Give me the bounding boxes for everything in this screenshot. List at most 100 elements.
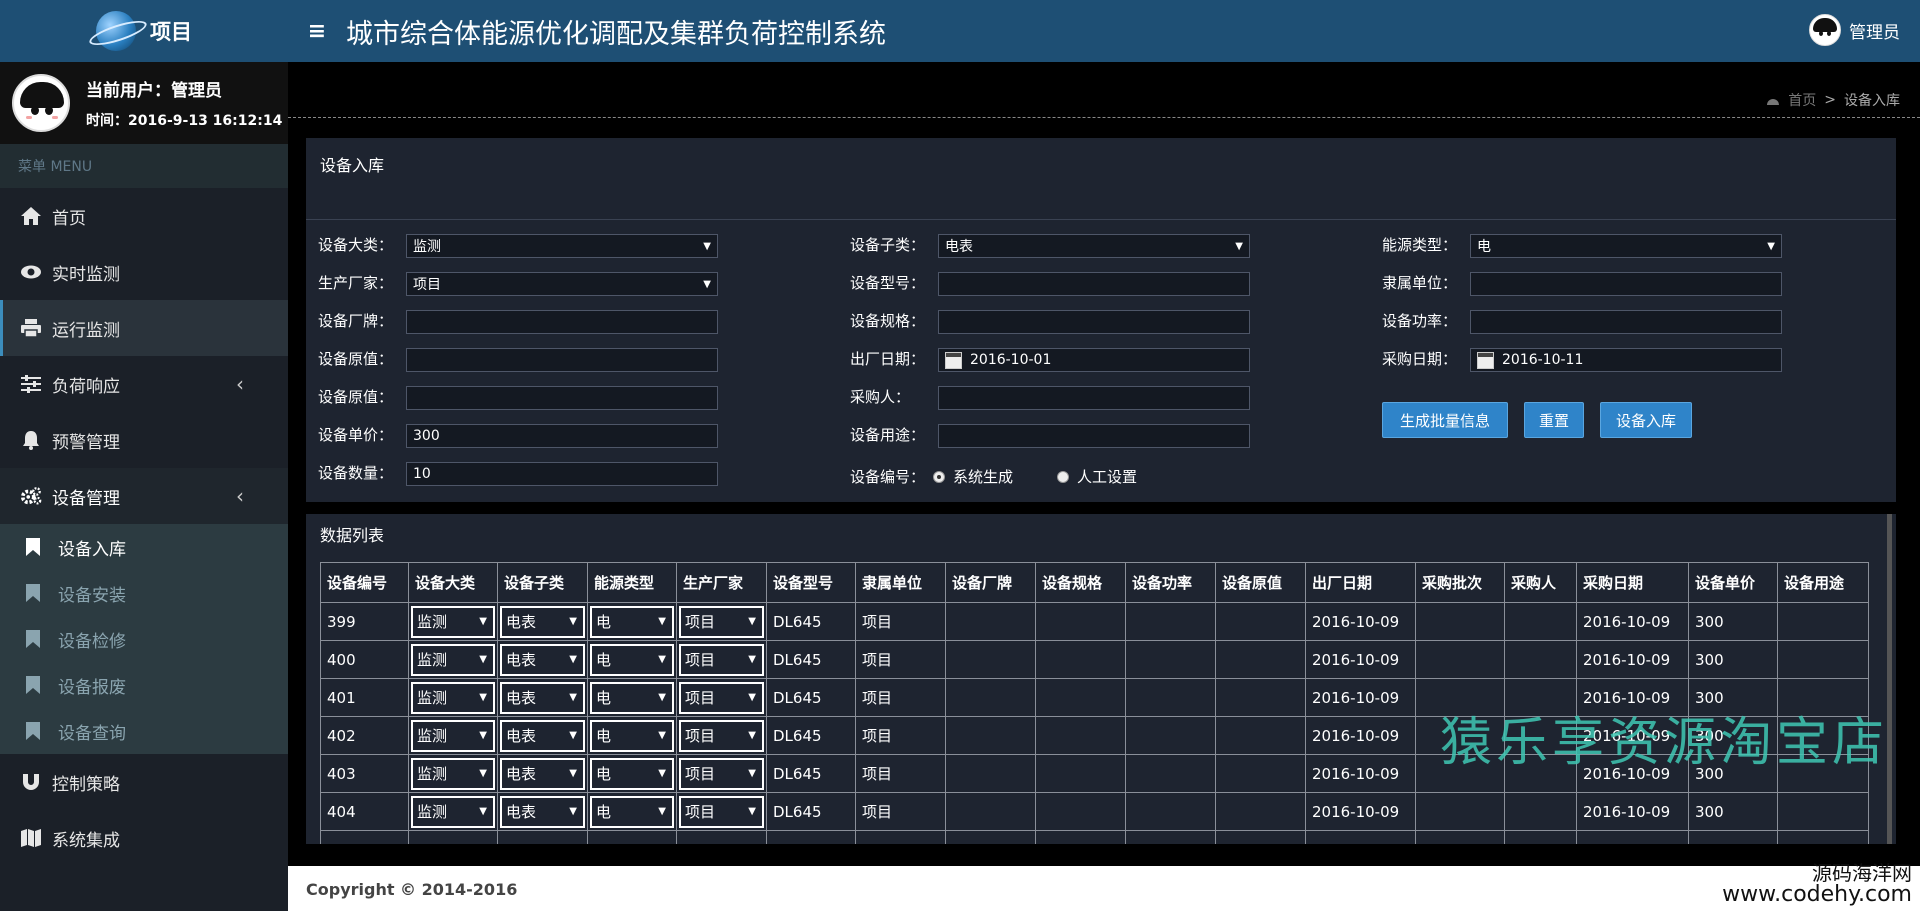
cell-select-value: 监测 <box>417 689 448 707</box>
spec-input[interactable] <box>938 310 1250 334</box>
cell-select[interactable]: 项目 ▼ <box>679 681 764 714</box>
cell-select[interactable]: 监测 ▼ <box>411 719 495 752</box>
dropdown-arrow-icon: ▼ <box>703 278 711 290</box>
calendar-icon[interactable] <box>1477 351 1494 369</box>
top-bar: ≡ 城市综合体能源优化调配及集群负荷控制系统 管理员 <box>288 0 1920 62</box>
field-label: 设备原值： <box>318 350 394 368</box>
cell-select[interactable]: 监测 ▼ <box>411 757 495 790</box>
original-value-input-2[interactable] <box>406 386 718 410</box>
sidebar-item-label: 控制策略 <box>52 774 120 795</box>
table-cell: 电表 ▼ <box>497 640 588 679</box>
cell-select[interactable]: 项目 ▼ <box>679 643 764 676</box>
sidebar-item-control-strategy[interactable]: 控制策略 <box>0 754 288 810</box>
radio-manual-set[interactable]: 人工设置 <box>1057 466 1137 487</box>
cell-select[interactable]: 监测 ▼ <box>411 795 495 828</box>
cell-select[interactable]: 项目 ▼ <box>679 795 764 828</box>
submenu-item-device-scrap[interactable]: 设备报废 <box>0 662 288 708</box>
purchase-date-input[interactable]: 2016-10-11 <box>1470 348 1782 372</box>
cell-select[interactable]: 电表 ▼ <box>500 719 585 752</box>
cell-select[interactable]: 电表 ▼ <box>500 757 585 790</box>
breadcrumb-current: 设备入库 <box>1844 93 1900 109</box>
breadcrumb-home[interactable]: 首页 <box>1788 90 1816 110</box>
device-subcategory-select[interactable]: 电表 ▼ <box>938 234 1250 258</box>
sidebar-item-load-response[interactable]: 负荷响应 ‹ <box>0 356 288 412</box>
table-cell <box>1125 678 1216 717</box>
bell-icon <box>20 429 42 451</box>
admin-user-menu[interactable]: 管理员 <box>1809 14 1900 46</box>
cell-select[interactable]: 电 ▼ <box>590 605 674 638</box>
table-cell <box>320 830 409 844</box>
submenu-item-device-repair[interactable]: 设备检修 <box>0 616 288 662</box>
device-in-button[interactable]: 设备入库 <box>1600 402 1692 438</box>
submenu-item-device-query[interactable]: 设备查询 <box>0 708 288 754</box>
brand-input[interactable] <box>406 310 718 334</box>
cell-select[interactable]: 电表 ▼ <box>500 795 585 828</box>
manufacturer-select[interactable]: 项目 ▼ <box>406 272 718 296</box>
factory-date-input[interactable]: 2016-10-01 <box>938 348 1250 372</box>
energy-type-select[interactable]: 电 ▼ <box>1470 234 1782 258</box>
unit-input[interactable] <box>1470 272 1782 296</box>
cell-select[interactable]: 电 ▼ <box>590 681 674 714</box>
table-row[interactable]: 400 监测 ▼ 电表 ▼ 电 ▼ 项目 ▼ DL645 项目 2016-10-09 2016-10-0… <box>320 640 1869 679</box>
device-submenu: 设备入库 设备安装 设备检修 设备报废 设备查询 <box>0 524 288 754</box>
sidebar-item-realtime[interactable]: 实时监测 <box>0 244 288 300</box>
generate-batch-button[interactable]: 生成批量信息 <box>1382 402 1508 438</box>
buyer-input[interactable] <box>938 386 1250 410</box>
column-header: 设备型号 <box>766 562 856 603</box>
cell-select[interactable]: 项目 ▼ <box>679 719 764 752</box>
model-input[interactable] <box>938 272 1250 296</box>
reset-button[interactable]: 重置 <box>1524 402 1584 438</box>
user-info: 当前用户：管理员 时间：2016-9-13 16:12:14 <box>86 76 282 130</box>
cell-select[interactable]: 项目 ▼ <box>679 605 764 638</box>
table-cell: 项目 ▼ <box>676 678 767 717</box>
table-cell: 项目 <box>855 754 946 793</box>
cell-select[interactable]: 电 ▼ <box>590 757 674 790</box>
unit-price-input[interactable]: 300 <box>406 424 718 448</box>
power-input[interactable] <box>1470 310 1782 334</box>
radio-system-generate[interactable]: 系统生成 <box>933 466 1013 487</box>
cell-select[interactable]: 电表 ▼ <box>500 681 585 714</box>
cell-select[interactable]: 电表 ▼ <box>500 643 585 676</box>
brand[interactable]: 项目 <box>0 0 288 62</box>
chevron-left-icon[interactable]: ‹ <box>236 372 244 396</box>
quantity-input[interactable]: 10 <box>406 462 718 486</box>
cell-select[interactable]: 项目 ▼ <box>679 757 764 790</box>
cell-select[interactable]: 电 ▼ <box>590 643 674 676</box>
sidebar-item-alarm[interactable]: 预警管理 <box>0 412 288 468</box>
table-cell: 402 <box>320 716 409 755</box>
sidebar-item-label: 设备管理 <box>52 488 120 509</box>
cell-select[interactable]: 电 ▼ <box>590 795 674 828</box>
submenu-item-device-install[interactable]: 设备安装 <box>0 570 288 616</box>
table-row[interactable] <box>320 830 1869 844</box>
sidebar-item-operation[interactable]: 运行监测 <box>0 300 288 356</box>
hamburger-menu-icon[interactable]: ≡ <box>288 19 346 44</box>
sidebar-item-system-integration[interactable]: 系统集成 <box>0 810 288 866</box>
cell-select[interactable]: 监测 ▼ <box>411 643 495 676</box>
table-row[interactable]: 399 监测 ▼ 电表 ▼ 电 ▼ 项目 ▼ DL645 项目 2016-10-09 2016-10-0… <box>320 602 1869 641</box>
table-row[interactable]: 404 监测 ▼ 电表 ▼ 电 ▼ 项目 ▼ DL645 项目 2016-10-09 2016-10-0… <box>320 792 1869 831</box>
original-value-input[interactable] <box>406 348 718 372</box>
scrollbar[interactable] <box>1887 514 1892 844</box>
table-cell: 电表 ▼ <box>497 716 588 755</box>
map-icon <box>20 827 42 849</box>
chevron-left-icon[interactable]: ‹ <box>236 484 244 508</box>
select-value: 电表 <box>945 239 973 255</box>
magnet-icon <box>20 771 42 793</box>
sidebar-item-home[interactable]: 首页 <box>0 188 288 244</box>
submenu-item-device-in[interactable]: 设备入库 <box>0 524 288 570</box>
table-cell: 电 ▼ <box>587 678 677 717</box>
cell-select[interactable]: 电 ▼ <box>590 719 674 752</box>
cell-select-value: 电表 <box>506 689 537 707</box>
form-row: 设备子类： <box>850 234 925 255</box>
cell-select[interactable]: 监测 ▼ <box>411 681 495 714</box>
form-row: 出厂日期： <box>850 348 925 369</box>
cell-select[interactable]: 监测 ▼ <box>411 605 495 638</box>
usage-input[interactable] <box>938 424 1250 448</box>
submenu-item-label: 设备安装 <box>58 585 126 606</box>
sidebar-item-device-mgmt[interactable]: 设备管理 ‹ <box>0 468 288 524</box>
form-row: 设备规格： <box>850 310 925 331</box>
calendar-icon[interactable] <box>945 351 962 369</box>
cell-select-value: 项目 <box>685 689 716 707</box>
device-category-select[interactable]: 监测 ▼ <box>406 234 718 258</box>
cell-select[interactable]: 电表 ▼ <box>500 605 585 638</box>
